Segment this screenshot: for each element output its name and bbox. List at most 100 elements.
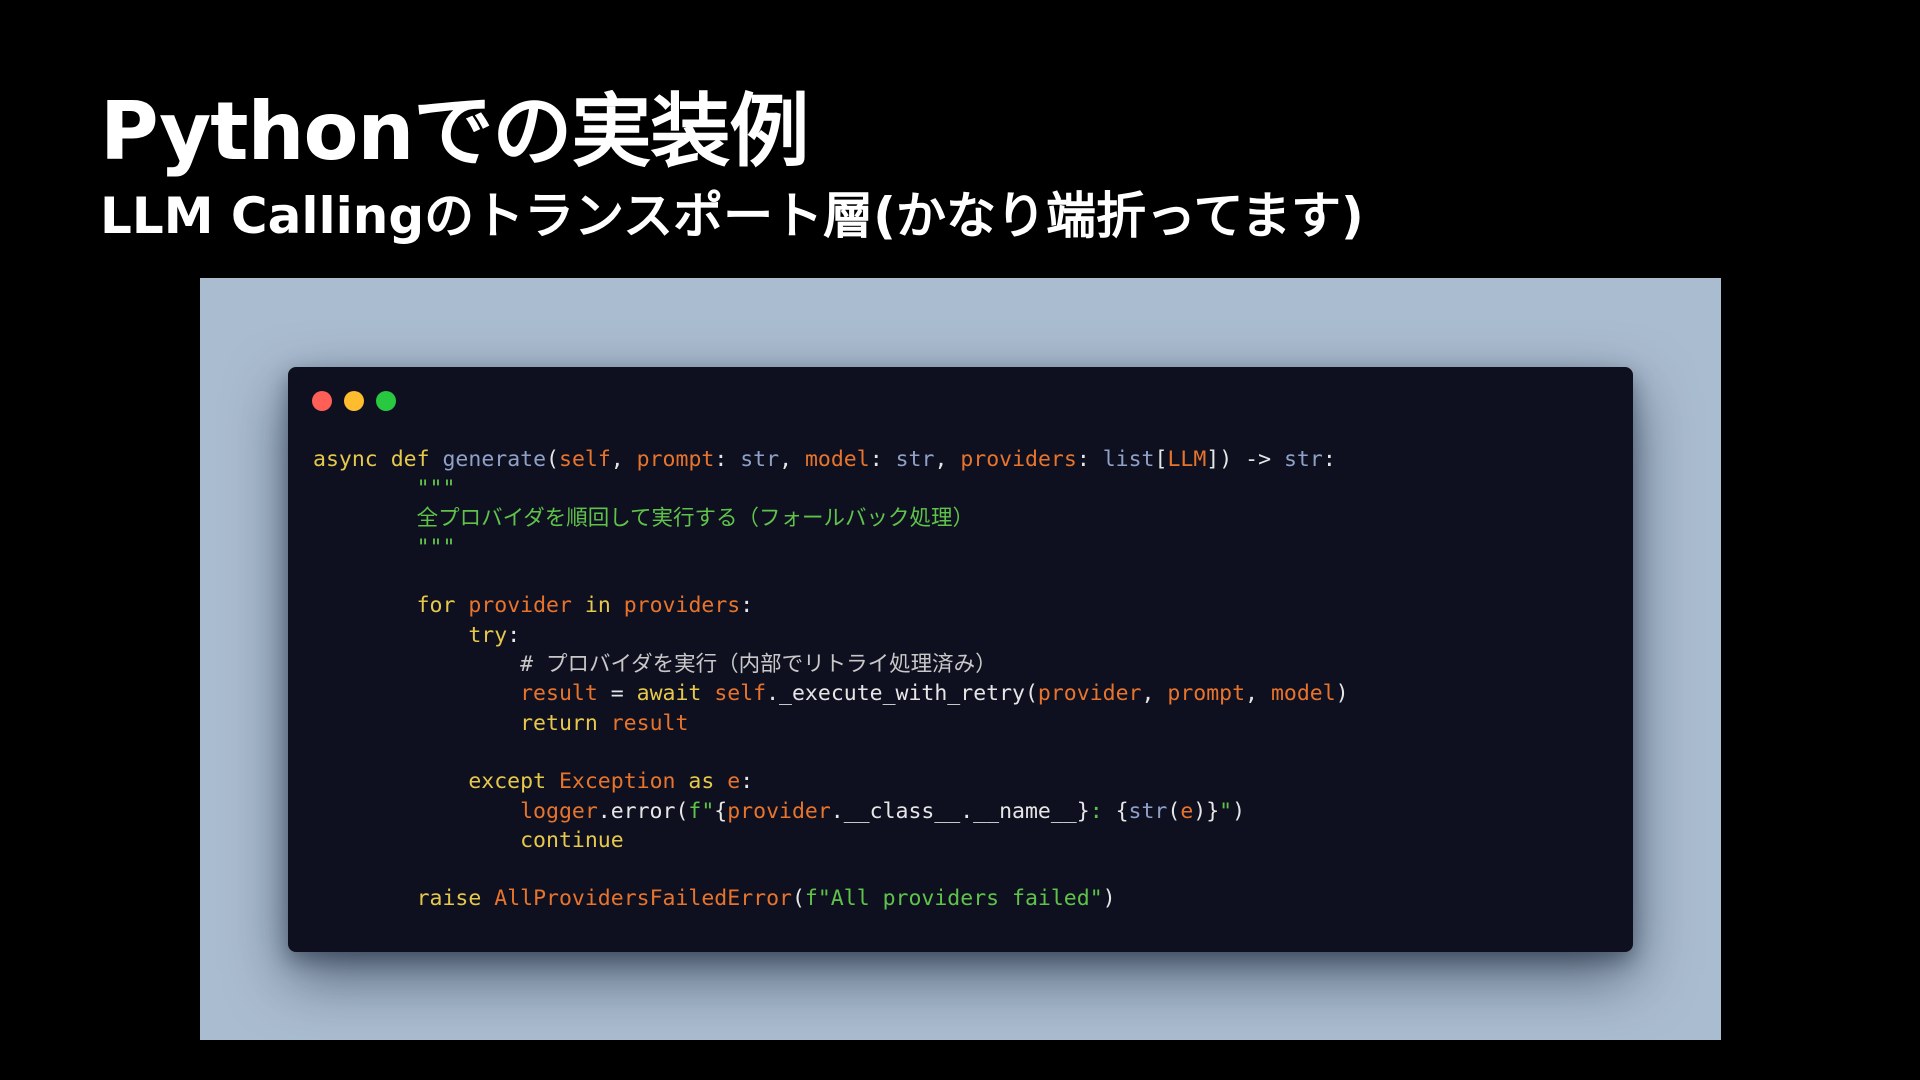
code-token: , — [934, 447, 961, 472]
code-line: continue — [313, 826, 1349, 855]
code-token: """ — [416, 476, 456, 502]
code-token: self — [559, 447, 611, 472]
code-token: , — [610, 447, 637, 472]
slide-title: Pythonでの実装例 — [100, 85, 809, 178]
code-token: providers — [960, 447, 1077, 472]
code-token: : — [869, 447, 896, 472]
code-token: Exception — [558, 769, 676, 795]
code-token: ) — [1102, 886, 1116, 912]
code-token: list — [1102, 447, 1155, 472]
code-token: providers — [623, 593, 741, 619]
code-token: f" — [688, 798, 715, 824]
code-window: async def generate(self, prompt: str, mo… — [288, 367, 1633, 952]
code-token: model — [804, 447, 870, 472]
code-token: , — [1245, 681, 1271, 707]
code-line: # プロバイダを実行（内部でリトライ処理済み） — [313, 650, 1349, 679]
code-line: 全プロバイダを順回して実行する（フォールバック処理） — [313, 504, 1349, 533]
code-token: , — [779, 447, 805, 472]
code-token: logger — [520, 798, 598, 824]
code-token: LLM — [1167, 447, 1207, 472]
code-token: except — [468, 769, 547, 795]
code-token: in — [584, 593, 611, 619]
code-token: .error( — [597, 798, 689, 824]
code-token: provider — [468, 593, 572, 619]
code-token: raise — [416, 886, 482, 912]
code-token: [ — [1154, 447, 1168, 472]
code-token: )} — [1193, 798, 1220, 824]
code-token: ) — [1232, 798, 1246, 824]
code-token: provider — [1037, 681, 1142, 707]
code-token: ) — [1335, 681, 1349, 707]
code-token: for — [416, 593, 456, 619]
code-token: await — [636, 681, 702, 707]
minimize-button[interactable] — [344, 391, 364, 411]
code-line: logger.error(f"{provider.__class__.__nam… — [313, 797, 1349, 826]
code-token: : — [1089, 798, 1116, 824]
code-token: f"All providers failed" — [804, 886, 1103, 912]
code-token: e — [727, 769, 741, 795]
code-line: """ — [313, 533, 1349, 562]
code-token: ( — [1167, 798, 1181, 824]
code-token: str — [1283, 447, 1323, 472]
code-token: , — [1141, 681, 1168, 707]
code-token: = — [597, 681, 637, 707]
code-line: return result — [313, 709, 1349, 738]
code-token: { — [1115, 798, 1129, 824]
code-token: ._execute_with_retry( — [766, 681, 1038, 707]
code-token: { — [714, 798, 728, 824]
slide-subtitle: LLM Callingのトランスポート層(かなり端折ってます) — [100, 187, 1364, 245]
code-token: : — [740, 769, 754, 795]
code-token: .__class__.__name__} — [830, 798, 1090, 824]
code-token: self — [714, 681, 767, 707]
code-line: try: — [313, 621, 1349, 650]
code-token: result — [610, 710, 689, 736]
code-token: prompt — [1167, 681, 1246, 707]
code-line: result = await self._execute_with_retry(… — [313, 679, 1349, 708]
code-token: str — [740, 447, 780, 472]
code-line: raise AllProvidersFailedError(f"All prov… — [313, 884, 1349, 913]
code-screenshot-backdrop: async def generate(self, prompt: str, mo… — [200, 278, 1721, 1040]
code-token: ( — [546, 447, 559, 472]
maximize-button[interactable] — [376, 391, 396, 411]
code-token: provider — [727, 798, 831, 824]
code-token: # プロバイダを実行（内部でリトライ処理済み） — [520, 652, 997, 678]
window-controls — [312, 391, 396, 411]
code-token: : — [740, 593, 754, 619]
code-token: : — [1076, 447, 1103, 472]
code-token: 全プロバイダを順回して実行する（フォールバック処理） — [416, 505, 975, 531]
close-button[interactable] — [312, 391, 332, 411]
code-token: async — [313, 447, 378, 472]
code-line: """ — [313, 474, 1349, 503]
code-line: except Exception as e: — [313, 767, 1349, 796]
code-token: result — [520, 681, 598, 707]
code-token: model — [1270, 681, 1336, 707]
code-token: " — [1219, 798, 1233, 824]
code-block: async def generate(self, prompt: str, mo… — [313, 445, 1349, 914]
code-token: str — [1128, 798, 1168, 824]
code-token: : — [1322, 447, 1336, 472]
code-token: ( — [791, 886, 805, 912]
code-line: for provider in providers: — [313, 591, 1349, 620]
